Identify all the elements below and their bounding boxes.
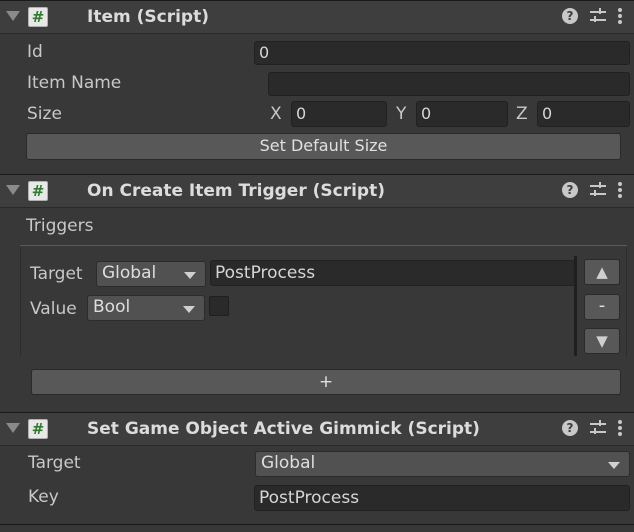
item-name-field[interactable] (268, 72, 630, 96)
chevron-down-icon (183, 306, 195, 313)
context-menu-icon[interactable] (618, 8, 622, 24)
item-name-label: Item Name (27, 73, 122, 93)
trigger-target-label: Target (30, 264, 83, 284)
component-title: Set Game Object Active Gimmick (Script) (87, 419, 480, 439)
value-type-value: Bool (93, 297, 131, 317)
list-header-divider (20, 245, 627, 246)
foldout-arrow-icon[interactable] (6, 423, 20, 433)
gimmick-key-field[interactable]: PostProcess (254, 485, 630, 511)
foldout-arrow-icon[interactable] (6, 11, 20, 21)
chevron-down-icon (608, 462, 620, 469)
size-label: Size (27, 104, 62, 124)
trigger-target-key-field[interactable]: PostProcess (210, 260, 575, 286)
size-z-label: Z (516, 104, 528, 124)
id-label: Id (27, 42, 43, 62)
gimmick-key-label: Key (28, 487, 59, 507)
size-z-field[interactable]: 0 (537, 101, 630, 127)
set-default-size-button[interactable]: Set Default Size (26, 133, 621, 160)
component-title: On Create Item Trigger (Script) (87, 181, 385, 201)
trigger-component-header[interactable]: # On Create Item Trigger (Script) ? (0, 174, 634, 208)
context-menu-icon[interactable] (618, 420, 622, 436)
preset-settings-icon[interactable] (590, 420, 606, 436)
triggers-list-label: Triggers (26, 216, 94, 236)
script-icon: # (28, 181, 48, 201)
foldout-arrow-icon[interactable] (6, 185, 20, 195)
preset-settings-icon[interactable] (590, 182, 606, 198)
target-scope-value: Global (102, 263, 157, 283)
gimmick-target-value: Global (261, 453, 316, 473)
chevron-down-icon (184, 272, 196, 279)
component-title: Item (Script) (87, 7, 209, 27)
trigger-value-label: Value (30, 299, 77, 319)
size-y-field[interactable]: 0 (416, 101, 508, 127)
size-x-label: X (270, 104, 282, 124)
script-icon: # (28, 419, 48, 439)
add-element-button[interactable]: + (31, 369, 621, 395)
preset-settings-icon[interactable] (590, 8, 606, 24)
context-menu-icon[interactable] (618, 182, 622, 198)
script-icon: # (28, 7, 48, 27)
move-down-button[interactable]: ▼ (584, 328, 620, 354)
help-icon[interactable]: ? (562, 420, 578, 436)
target-scope-dropdown[interactable]: Global (96, 261, 206, 287)
size-y-label: Y (396, 104, 407, 124)
gimmick-target-dropdown[interactable]: Global (255, 451, 630, 477)
item-component-header[interactable]: # Item (Script) ? (0, 0, 634, 34)
list-separator (574, 256, 577, 356)
move-up-button[interactable]: ▲ (584, 259, 620, 285)
value-checkbox[interactable] (209, 296, 229, 316)
inspector-bottom-divider (0, 524, 634, 532)
help-icon[interactable]: ? (562, 182, 578, 198)
value-type-dropdown[interactable]: Bool (87, 295, 205, 321)
help-icon[interactable]: ? (562, 8, 578, 24)
remove-element-button[interactable]: - (584, 294, 620, 320)
id-field[interactable]: 0 (254, 41, 630, 65)
gimmick-component-header[interactable]: # Set Game Object Active Gimmick (Script… (0, 412, 634, 446)
gimmick-target-label: Target (28, 453, 81, 473)
size-x-field[interactable]: 0 (291, 101, 387, 127)
